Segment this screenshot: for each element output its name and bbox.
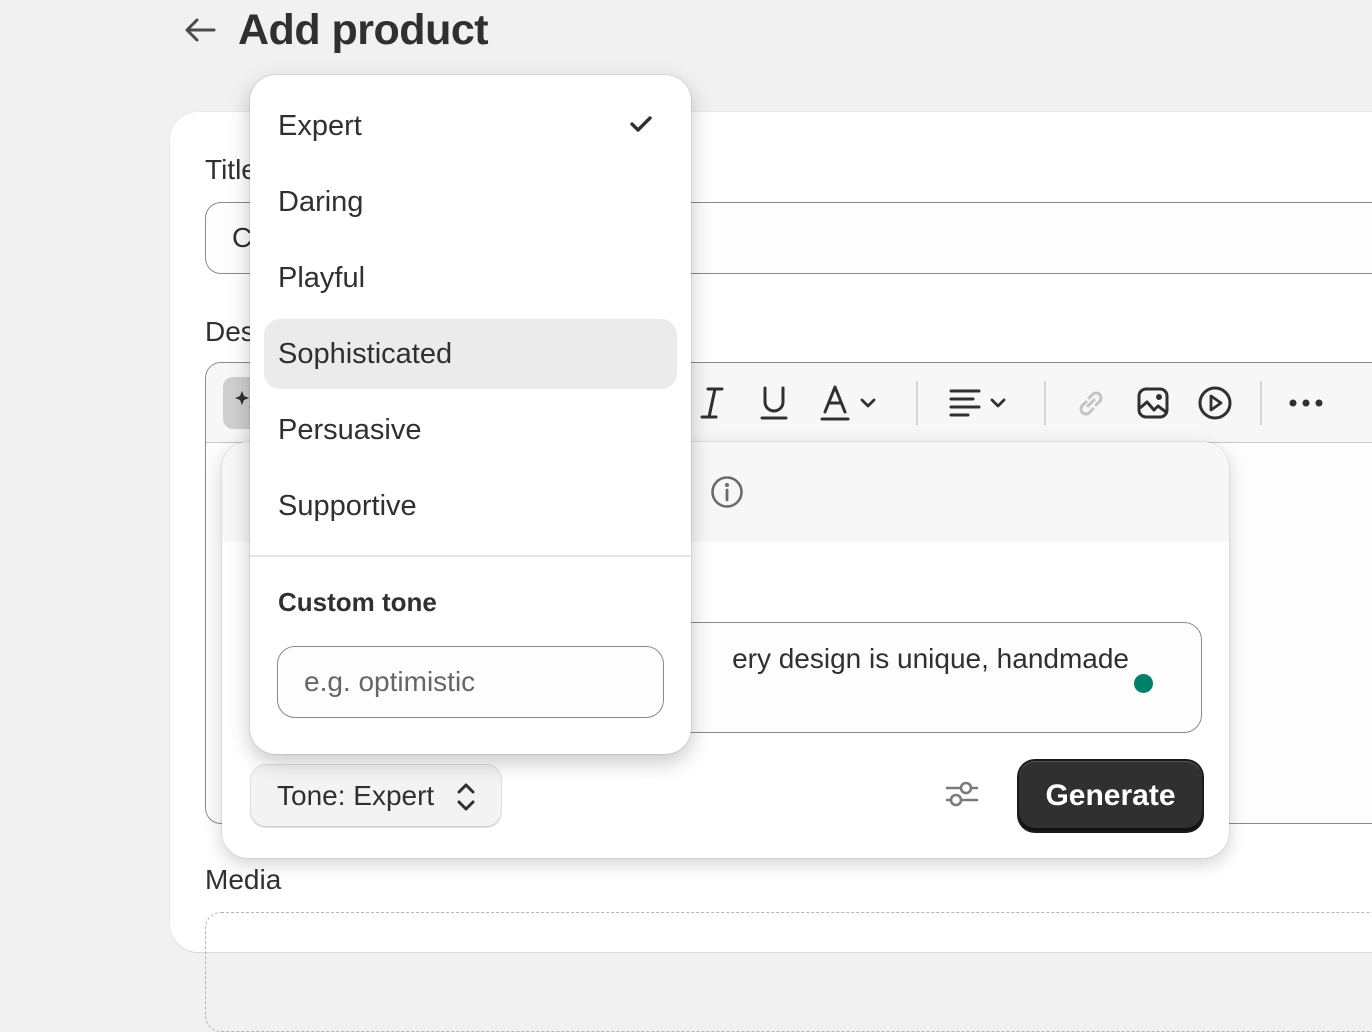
link-button[interactable] xyxy=(1072,383,1110,423)
image-button[interactable] xyxy=(1134,383,1172,423)
custom-tone-input[interactable] xyxy=(277,646,664,718)
tone-option-playful[interactable]: Playful xyxy=(264,243,677,313)
tone-option-sophisticated[interactable]: Sophisticated xyxy=(264,319,677,389)
custom-tone-label: Custom tone xyxy=(278,587,437,617)
chevron-up-down-icon xyxy=(457,783,475,811)
media-label: Media xyxy=(205,864,282,895)
back-button[interactable] xyxy=(180,10,220,50)
settings-button[interactable] xyxy=(944,778,984,814)
italic-button[interactable] xyxy=(696,383,728,423)
video-icon xyxy=(1198,386,1232,420)
sliders-icon xyxy=(945,781,979,807)
tone-option-daring[interactable]: Daring xyxy=(264,167,677,237)
menu-divider xyxy=(250,555,691,557)
text-color-button[interactable] xyxy=(818,383,888,423)
page-title: Add product xyxy=(238,5,489,54)
italic-icon xyxy=(700,387,724,419)
tone-option-expert[interactable]: Expert xyxy=(264,91,677,161)
tone-option-label: Supportive xyxy=(278,489,417,522)
tone-option-label: Sophisticated xyxy=(278,337,453,370)
tone-option-supportive[interactable]: Supportive xyxy=(264,471,677,541)
status-dot xyxy=(1134,674,1153,693)
link-icon xyxy=(1079,391,1103,416)
page-header: Add product xyxy=(180,2,489,58)
align-icon xyxy=(949,389,1006,417)
text-color-icon xyxy=(820,385,876,421)
tone-option-label: Expert xyxy=(278,109,362,142)
toolbar-divider xyxy=(916,381,918,425)
media-dropzone[interactable] xyxy=(205,912,1372,1032)
more-icon xyxy=(1289,399,1323,407)
ai-prompt-text: ery design is unique, handmade xyxy=(732,643,1129,674)
tone-button-label: Tone: Expert xyxy=(277,780,435,811)
toolbar-divider xyxy=(1044,381,1046,425)
tone-menu: Expert Daring Playful Sophisticated Pers… xyxy=(250,75,691,754)
info-icon xyxy=(711,476,743,508)
tone-select-button[interactable]: Tone: Expert xyxy=(250,764,502,828)
tone-option-label: Playful xyxy=(278,261,366,294)
arrow-left-icon xyxy=(185,18,216,42)
toolbar-divider xyxy=(1260,381,1262,425)
image-icon xyxy=(1137,387,1169,419)
more-button[interactable] xyxy=(1286,383,1326,423)
generate-button[interactable]: Generate xyxy=(1019,761,1202,831)
underline-icon xyxy=(760,386,788,420)
info-button[interactable] xyxy=(710,475,744,514)
align-button[interactable] xyxy=(946,383,1016,423)
tone-option-persuasive[interactable]: Persuasive xyxy=(264,395,677,465)
underline-button[interactable] xyxy=(756,383,792,423)
tone-option-label: Persuasive xyxy=(278,413,422,446)
checkmark-icon xyxy=(630,116,652,132)
video-button[interactable] xyxy=(1196,383,1234,423)
tone-option-label: Daring xyxy=(278,185,364,218)
